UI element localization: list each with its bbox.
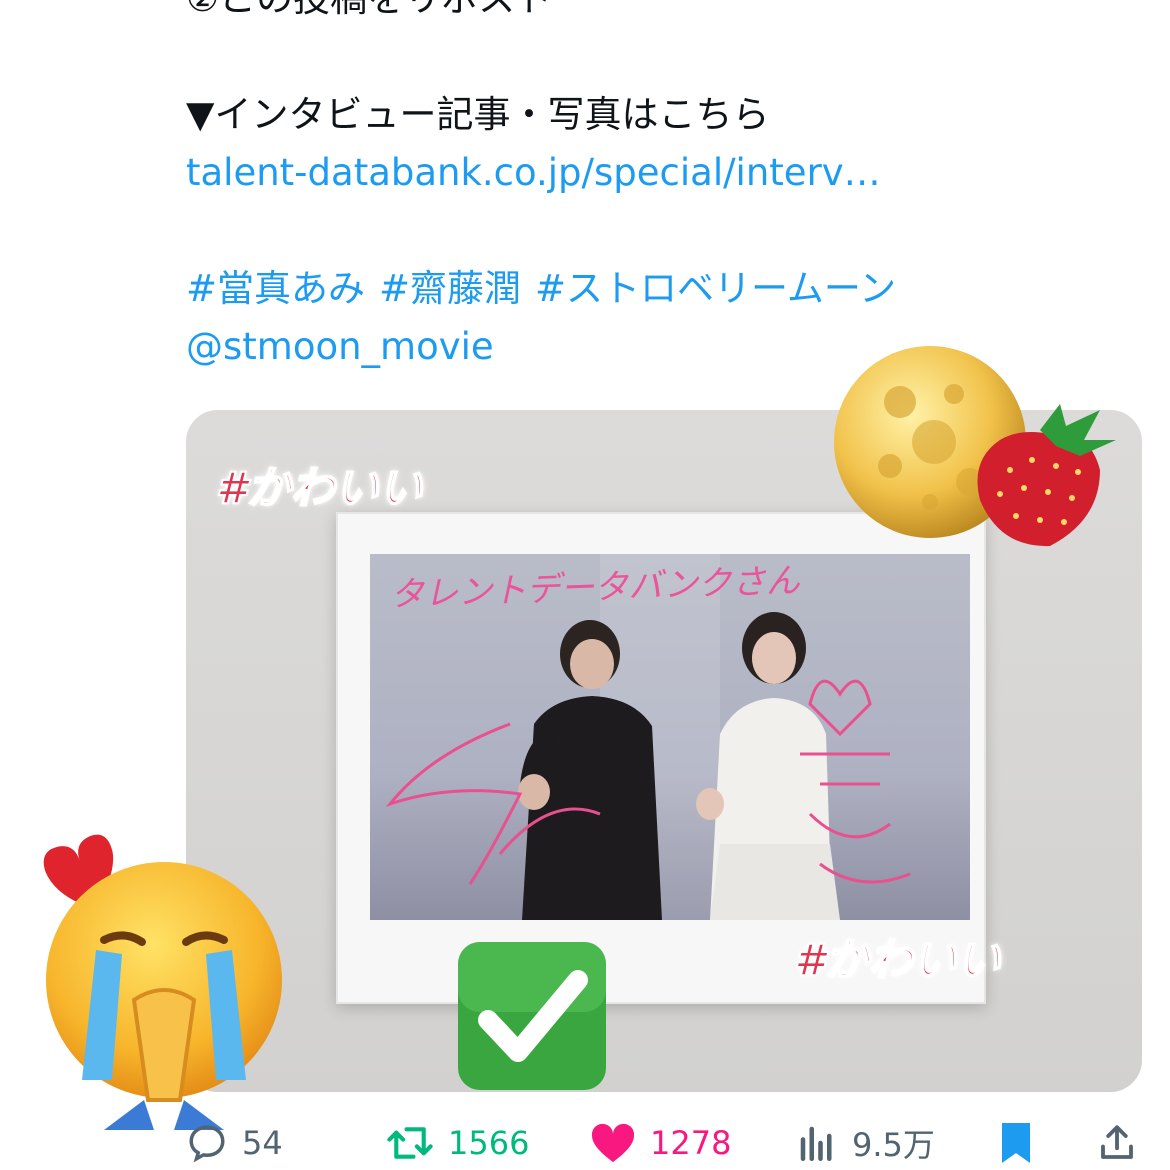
- views-icon: [800, 1126, 832, 1162]
- tweet-line-repost: ②この投稿をリポスト: [186, 0, 1146, 28]
- tweet-line-interview: ▼インタビュー記事・写真はこちら: [186, 93, 770, 136]
- like-button[interactable]: 1278: [590, 1118, 731, 1168]
- bookmark-icon: [1002, 1123, 1030, 1163]
- hashtag-list: #當真あみ #齋藤潤 #ストロベリームーン: [186, 260, 1146, 318]
- tweet-text: ②この投稿をリポスト ▼インタビュー記事・写真はこちら talent-datab…: [186, 0, 1146, 376]
- tweet-action-bar: 54 1566 1278 9.5万: [0, 1112, 1170, 1170]
- hashtag-link[interactable]: #ストロベリームーン: [535, 267, 896, 310]
- retweet-count: 1566: [448, 1124, 530, 1162]
- views-button[interactable]: 9.5万: [796, 1118, 935, 1168]
- views-count: 9.5万: [852, 1126, 935, 1164]
- hashtag-link[interactable]: #齋藤潤: [379, 267, 521, 310]
- reply-button[interactable]: 54: [186, 1118, 283, 1168]
- heart-icon: [591, 1123, 635, 1163]
- kawaii-sticker: #かわいい: [793, 934, 1002, 987]
- share-icon: [1101, 1125, 1133, 1159]
- hashtag-link[interactable]: #當真あみ: [186, 267, 365, 310]
- reply-count: 54: [242, 1124, 283, 1162]
- like-count: 1278: [650, 1124, 732, 1162]
- kawaii-sticker: #かわいい: [215, 462, 424, 515]
- crying-praying-face-icon: [43, 834, 282, 1130]
- photo: タレントデータバンクさん: [370, 554, 970, 920]
- retweet-icon: [387, 1127, 433, 1159]
- retweet-button[interactable]: 1566: [386, 1118, 529, 1168]
- share-button[interactable]: [1096, 1118, 1152, 1168]
- bookmark-button[interactable]: [998, 1118, 1048, 1168]
- check-mark-icon: [458, 942, 606, 1090]
- article-link[interactable]: talent-databank.co.jp/special/interv…: [186, 144, 1146, 202]
- reply-icon: [189, 1125, 225, 1163]
- strawberry-icon: [977, 404, 1116, 547]
